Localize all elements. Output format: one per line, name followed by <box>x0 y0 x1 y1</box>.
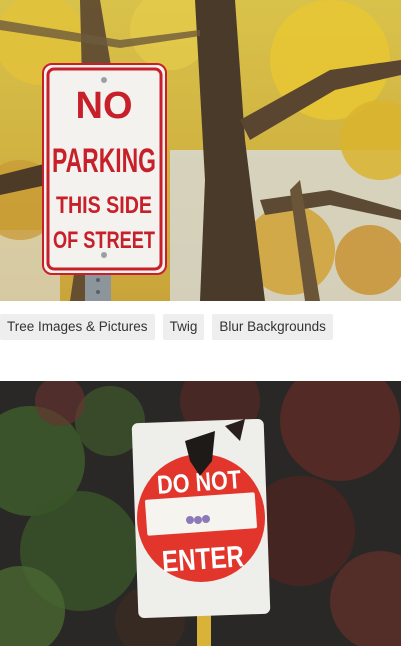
no-parking-sign-photo: NO PARKING THIS SIDE OF STREET <box>0 0 401 301</box>
tag-list: Tree Images & Pictures Twig Blur Backgro… <box>0 314 401 340</box>
sign-enter: ENTER <box>161 540 245 579</box>
tag-twig[interactable]: Twig <box>162 314 205 340</box>
sign-line-4: OF STREET <box>53 227 155 254</box>
sign-line-1: NO <box>76 85 133 127</box>
photo-no-parking[interactable]: NO PARKING THIS SIDE OF STREET <box>0 0 401 301</box>
photo-do-not-enter[interactable]: DO NOT ENTER <box>0 381 401 646</box>
tag-tree-images[interactable]: Tree Images & Pictures <box>0 314 155 340</box>
sign-line-3: THIS SIDE <box>56 192 152 219</box>
sign-line-2: PARKING <box>52 142 156 180</box>
tag-blur-backgrounds[interactable]: Blur Backgrounds <box>212 314 333 340</box>
do-not-enter-sign-photo: DO NOT ENTER <box>0 381 401 646</box>
